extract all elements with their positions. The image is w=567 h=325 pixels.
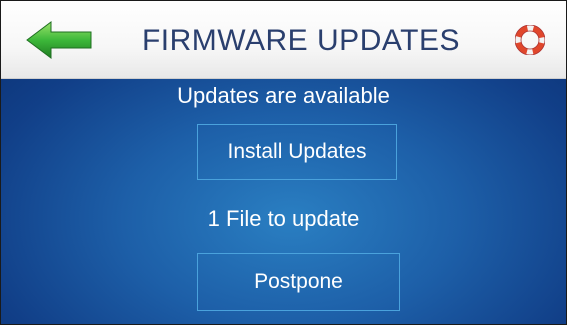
firmware-updates-screen: FIRMWARE UPDATES Updates are available I… xyxy=(0,0,567,325)
lifebuoy-icon xyxy=(514,24,546,56)
header-bar: FIRMWARE UPDATES xyxy=(1,1,566,79)
postpone-button[interactable]: Postpone xyxy=(197,253,400,311)
back-button[interactable] xyxy=(25,19,93,61)
status-message: Updates are available xyxy=(177,83,390,108)
back-arrow-icon xyxy=(26,21,92,59)
help-button[interactable] xyxy=(514,24,546,56)
install-updates-button[interactable]: Install Updates xyxy=(197,124,397,180)
file-count-text: 1 File to update xyxy=(207,206,360,231)
update-panel: Updates are available Install Updates 1 … xyxy=(1,79,566,324)
page-title: FIRMWARE UPDATES xyxy=(141,24,460,57)
